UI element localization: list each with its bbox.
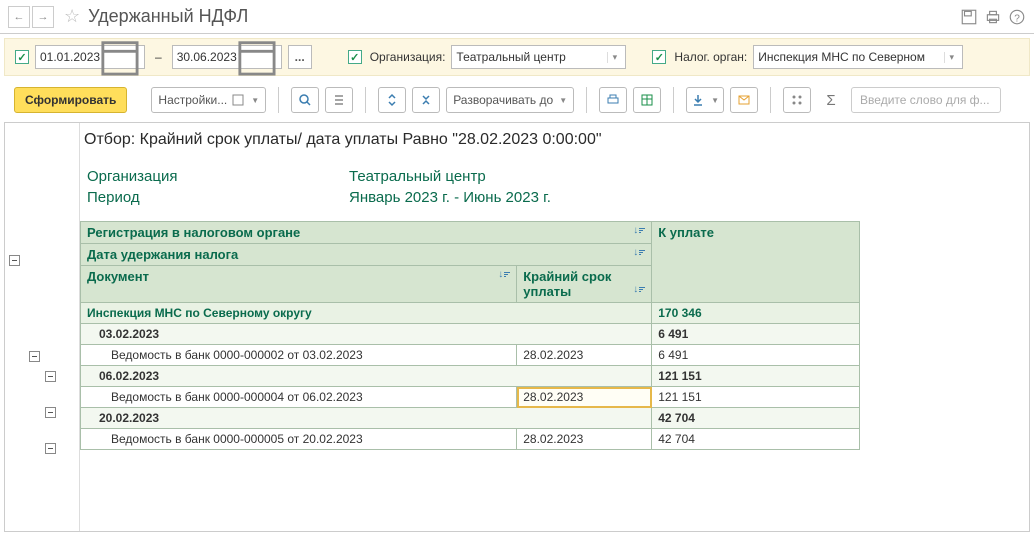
nav-forward-button[interactable]: → (32, 6, 54, 28)
tax-label: Налог. орган: (674, 50, 747, 64)
sum-button[interactable]: Σ (817, 87, 845, 113)
search-input[interactable]: Введите слово для ф... (851, 87, 1001, 113)
divider (770, 87, 771, 113)
date-row[interactable]: 06.02.2023121 151 (81, 366, 860, 387)
toolbar: Сформировать Настройки... ▼ Разворачиват… (0, 80, 1034, 120)
col-deadline[interactable]: Крайний срок уплаты ↓ (517, 266, 652, 303)
email-button[interactable] (730, 87, 758, 113)
generate-button[interactable]: Сформировать (14, 87, 127, 113)
tax-value: Инспекция МНС по Северном (758, 50, 925, 64)
period-param-label: Период (86, 188, 346, 207)
save-button[interactable]: ▼ (686, 87, 724, 113)
save-icon[interactable] (960, 8, 978, 26)
sort-icon: ↓ (633, 225, 645, 236)
tree-toggle-date1[interactable] (45, 371, 56, 382)
sort-icon: ↓ (633, 247, 645, 258)
document-row[interactable]: Ведомость в банк 0000-000002 от 03.02.20… (81, 345, 860, 366)
report-filter-text: Отбор: Крайний срок уплаты/ дата уплаты … (84, 131, 1025, 165)
svg-text:?: ? (1014, 13, 1020, 24)
favorite-star-icon[interactable]: ☆ (64, 6, 80, 27)
calendar-icon[interactable] (100, 50, 140, 64)
expand-all-button[interactable] (378, 87, 406, 113)
divider (673, 87, 674, 113)
date-from-input[interactable]: 01.01.2023 (35, 45, 145, 69)
org-param-label: Организация (86, 167, 346, 186)
calendar-icon[interactable] (237, 50, 277, 64)
table-button[interactable] (633, 87, 661, 113)
filter-bar: ✓ 01.01.2023 – 30.06.2023 ... ✓ Организа… (4, 38, 1030, 76)
org-label: Организация: (370, 50, 446, 64)
date-to-value: 30.06.2023 (177, 50, 237, 64)
tree-toggle-date2[interactable] (45, 407, 56, 418)
col-registration[interactable]: Регистрация в налоговом органе ↓ (81, 222, 652, 244)
date-row[interactable]: 03.02.20236 491 (81, 324, 860, 345)
find-button[interactable] (291, 87, 319, 113)
sort-icon: ↓ (498, 269, 510, 280)
settings-button[interactable]: Настройки... ▼ (151, 87, 266, 113)
tax-checkbox[interactable]: ✓ (652, 50, 666, 64)
document-row[interactable]: Ведомость в банк 0000-000005 от 20.02.20… (81, 429, 860, 450)
settings-label: Настройки... (158, 93, 227, 107)
document-row[interactable]: Ведомость в банк 0000-000004 от 06.02.20… (81, 387, 860, 408)
date-separator: – (155, 50, 162, 64)
save-settings-icon (231, 93, 245, 107)
sort-icon: ↓ (633, 284, 645, 295)
org-param-value: Театральный центр (348, 167, 552, 186)
period-picker-button[interactable]: ... (288, 45, 312, 69)
report-body: Отбор: Крайний срок уплаты/ дата уплаты … (80, 123, 1029, 531)
divider (278, 87, 279, 113)
report-area: Отбор: Крайний срок уплаты/ дата уплаты … (4, 122, 1030, 532)
titlebar: ← → ☆ Удержанный НДФЛ ? (0, 0, 1034, 34)
print-button[interactable] (599, 87, 627, 113)
dropdown-icon: ▾ (607, 52, 621, 63)
divider (365, 87, 366, 113)
col-date[interactable]: Дата удержания налога ↓ (81, 244, 652, 266)
expand-to-label: Разворачивать до (453, 93, 553, 107)
date-row[interactable]: 20.02.202342 704 (81, 408, 860, 429)
nav-back-button[interactable]: ← (8, 6, 30, 28)
tree-toggle-group[interactable] (29, 351, 40, 362)
collapse-all-button[interactable] (412, 87, 440, 113)
col-document[interactable]: Документ ↓ (81, 266, 517, 303)
page-title: Удержанный НДФЛ (88, 6, 248, 27)
period-checkbox[interactable]: ✓ (15, 50, 29, 64)
tree-toggle-date3[interactable] (45, 443, 56, 454)
period-param-value: Январь 2023 г. - Июнь 2023 г. (348, 188, 552, 207)
report-table: Регистрация в налоговом органе ↓ К уплат… (80, 221, 860, 450)
tree-toggle-root[interactable] (9, 255, 20, 266)
collapse-button[interactable] (325, 87, 353, 113)
org-value: Театральный центр (456, 50, 565, 64)
col-due[interactable]: К уплате (652, 222, 860, 303)
print-icon[interactable] (984, 8, 1002, 26)
group-row[interactable]: Инспекция МНС по Северному округу170 346 (81, 303, 860, 324)
help-icon[interactable]: ? (1008, 8, 1026, 26)
org-select[interactable]: Театральный центр ▾ (451, 45, 626, 69)
tax-select[interactable]: Инспекция МНС по Северном ▾ (753, 45, 963, 69)
variants-button[interactable] (783, 87, 811, 113)
dropdown-icon: ▾ (944, 52, 958, 63)
date-to-input[interactable]: 30.06.2023 (172, 45, 282, 69)
org-checkbox[interactable]: ✓ (348, 50, 362, 64)
divider (586, 87, 587, 113)
tree-gutter (5, 123, 80, 531)
report-params: Организация Театральный центр Период Янв… (84, 165, 554, 209)
expand-to-button[interactable]: Разворачивать до ▼ (446, 87, 574, 113)
date-from-value: 01.01.2023 (40, 50, 100, 64)
